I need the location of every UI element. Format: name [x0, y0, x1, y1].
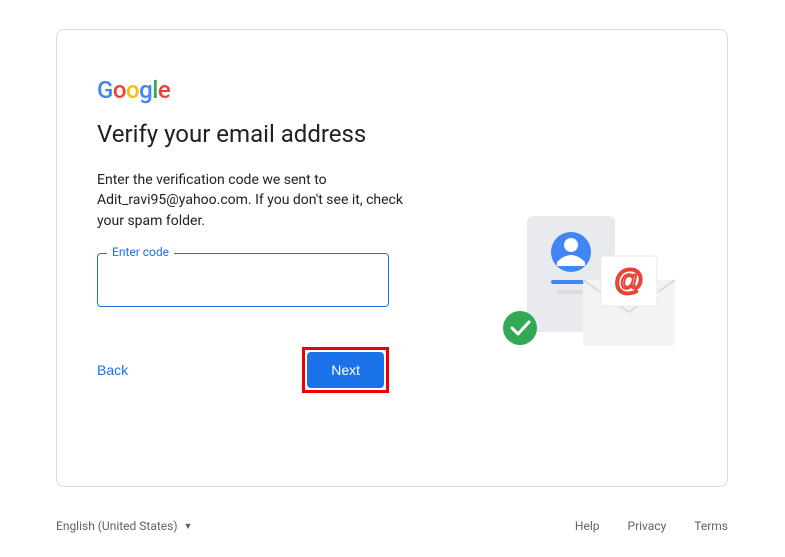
code-field-label: Enter code [107, 245, 174, 259]
verification-illustration: @ [485, 210, 685, 360]
chevron-down-icon: ▼ [184, 521, 193, 532]
language-selector[interactable]: English (United States) ▼ [56, 519, 192, 533]
footer: English (United States) ▼ Help Privacy T… [56, 519, 728, 533]
google-logo: Google [97, 76, 687, 104]
terms-link[interactable]: Terms [694, 519, 728, 533]
logo-letter: G [97, 76, 113, 104]
back-button[interactable]: Back [97, 354, 128, 386]
button-row: Back Next [97, 347, 389, 393]
logo-letter: o [126, 76, 139, 104]
privacy-link[interactable]: Privacy [628, 519, 667, 533]
footer-links: Help Privacy Terms [575, 519, 728, 533]
code-input[interactable] [97, 253, 389, 307]
next-button[interactable]: Next [307, 352, 384, 388]
instruction-text: Enter the verification code we sent to A… [97, 170, 409, 231]
signup-card: Google Verify your email address Enter t… [56, 29, 728, 487]
language-label: English (United States) [56, 519, 178, 533]
logo-letter: e [158, 76, 170, 104]
highlight-box: Next [302, 347, 389, 393]
svg-text:@: @ [614, 264, 644, 297]
logo-letter: g [139, 76, 152, 104]
code-field-wrap: Enter code [97, 253, 389, 307]
logo-letter: o [113, 76, 126, 104]
page-title: Verify your email address [97, 120, 687, 148]
help-link[interactable]: Help [575, 519, 600, 533]
